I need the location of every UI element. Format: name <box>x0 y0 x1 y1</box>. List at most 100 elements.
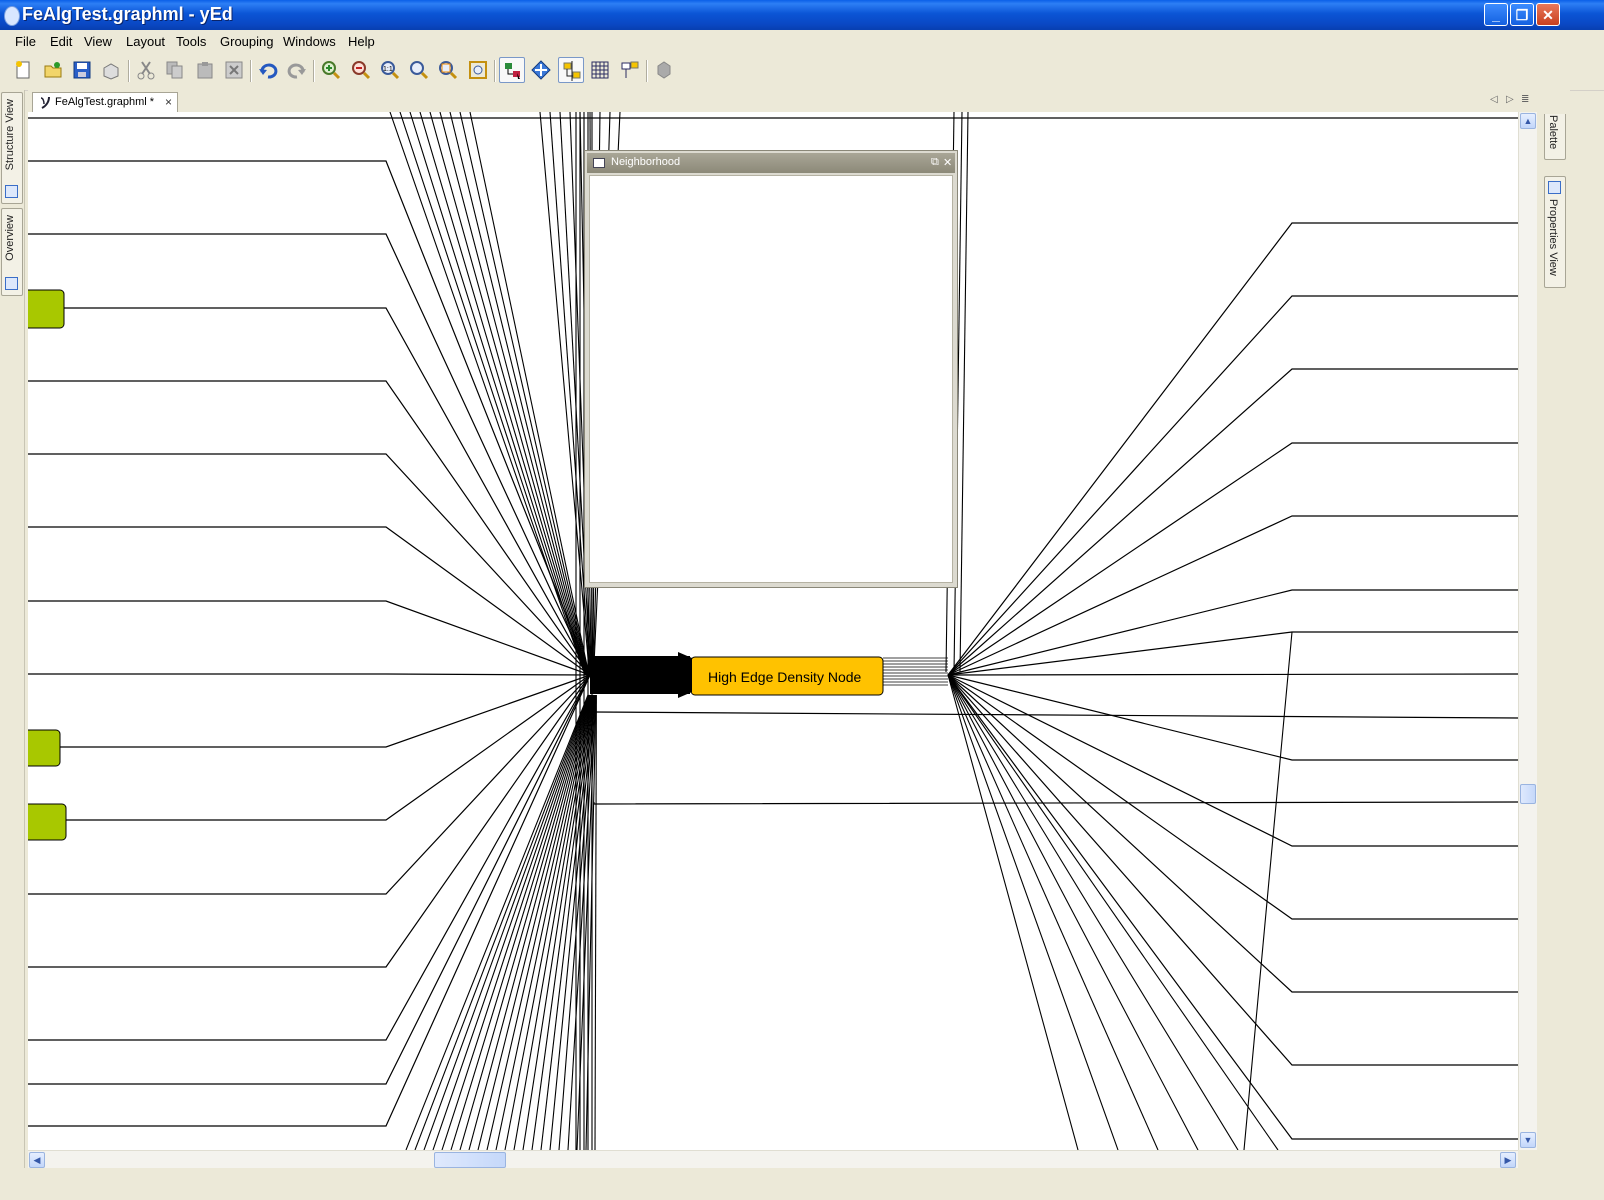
horizontal-scroll-thumb[interactable] <box>434 1152 506 1168</box>
graph-edge <box>947 368 1518 676</box>
graph-edge <box>522 694 594 1150</box>
overview-tab[interactable]: Overview <box>1 208 23 296</box>
graph-edge <box>409 112 587 676</box>
graph-edge <box>449 112 589 676</box>
menu-tools[interactable]: Tools <box>176 34 206 49</box>
properties-view-icon <box>1548 181 1561 194</box>
graph-edge <box>28 453 591 676</box>
menu-file[interactable]: File <box>15 34 36 49</box>
open-folder-icon[interactable] <box>40 57 66 83</box>
grid-icon[interactable] <box>587 57 613 83</box>
neighborhood-close-icon[interactable]: ✕ <box>943 156 952 169</box>
snapping-icon[interactable] <box>558 57 584 83</box>
tab-scroll-right-icon[interactable]: ▷ <box>1506 94 1514 105</box>
zoom-out-icon[interactable] <box>348 57 374 83</box>
palette-label: Palette <box>1547 115 1559 150</box>
graph-edge <box>459 112 590 676</box>
delete-icon[interactable] <box>221 57 247 83</box>
fit-content-icon[interactable] <box>465 57 491 83</box>
graph-edge <box>947 674 1518 1066</box>
edge-arrowhead <box>678 652 692 698</box>
graph-edge <box>405 694 589 1150</box>
graph-edge <box>947 674 1079 1150</box>
group-icon[interactable] <box>651 57 677 83</box>
neighborhood-window[interactable]: Neighborhood ⧉ ✕ <box>584 150 958 588</box>
print-icon[interactable] <box>98 57 124 83</box>
menu-layout[interactable]: Layout <box>126 34 165 49</box>
scroll-down-icon[interactable]: ▼ <box>1520 1132 1536 1148</box>
neighborhood-dock-icon[interactable]: ⧉ <box>931 156 939 169</box>
navigation-mode-icon[interactable] <box>528 57 554 83</box>
tab-list-icon[interactable]: ≣ <box>1521 94 1529 105</box>
new-document-icon[interactable] <box>10 57 36 83</box>
document-tab[interactable]: FeAlgTest.graphml * × <box>32 92 178 113</box>
vertical-scroll-thumb[interactable] <box>1520 784 1536 804</box>
copy-icon[interactable] <box>162 57 188 83</box>
scroll-up-icon[interactable]: ▲ <box>1520 113 1536 129</box>
graph-edge <box>28 674 591 1041</box>
graph-edge <box>594 694 597 1150</box>
menu-edit[interactable]: Edit <box>50 34 72 49</box>
graph-edge <box>947 442 1518 676</box>
properties-view-tab[interactable]: Properties View <box>1544 176 1566 288</box>
toolbar-separator <box>646 60 648 82</box>
tab-scroll-left-icon[interactable]: ◁ <box>1490 94 1498 105</box>
menu-grouping[interactable]: Grouping <box>220 34 273 49</box>
graph-edge <box>593 711 1518 719</box>
yed-document-icon <box>40 96 50 109</box>
zoom-in-icon[interactable] <box>318 57 344 83</box>
graph-edge <box>450 694 591 1150</box>
restore-button[interactable]: ❐ <box>1510 3 1534 26</box>
zoom-original-icon[interactable]: 1:1 <box>377 57 403 83</box>
left-dock-strip: Structure View Overview <box>0 90 25 1170</box>
cut-icon[interactable] <box>133 57 159 83</box>
green-node[interactable] <box>28 729 61 767</box>
edit-mode-icon[interactable] <box>499 57 525 83</box>
close-tab-icon[interactable]: × <box>165 95 172 109</box>
overview-icon <box>5 277 18 290</box>
graph-edge <box>947 222 1518 676</box>
redo-icon[interactable] <box>284 57 310 83</box>
zoom-area-icon[interactable] <box>435 57 461 83</box>
save-icon[interactable] <box>69 57 95 83</box>
graph-edge <box>947 673 1518 676</box>
graph-edge <box>947 295 1518 676</box>
port-icon[interactable] <box>617 57 643 83</box>
menu-windows[interactable]: Windows <box>283 34 336 49</box>
svg-text:1:1: 1:1 <box>383 66 393 73</box>
toolbar-separator <box>250 60 252 82</box>
graph-edge <box>947 515 1518 676</box>
properties-view-label: Properties View <box>1547 199 1559 276</box>
neighborhood-title-bar[interactable]: Neighborhood ⧉ ✕ <box>587 153 955 173</box>
menu-help[interactable]: Help <box>348 34 375 49</box>
title-bar[interactable]: FeAlgTest.graphml - yEd _ ❐ ✕ <box>0 0 1604 30</box>
neighborhood-view[interactable] <box>589 175 953 583</box>
green-node[interactable] <box>28 803 67 841</box>
graph-edge <box>947 674 1518 1140</box>
graph-edge <box>947 674 1518 920</box>
toolbar-separator <box>313 60 315 82</box>
menu-bar: File Edit View Layout Tools Grouping Win… <box>0 30 1604 54</box>
right-dock-strip: Palette Properties View <box>1540 90 1570 1170</box>
paste-icon[interactable] <box>192 57 218 83</box>
scroll-right-icon[interactable]: ▶ <box>1500 1152 1516 1168</box>
vertical-scrollbar[interactable]: ▲ ▼ <box>1518 112 1537 1150</box>
graph-edge <box>28 674 591 748</box>
minimize-button[interactable]: _ <box>1484 3 1508 26</box>
menu-view[interactable]: View <box>84 34 112 49</box>
graph-edge <box>495 694 593 1150</box>
graph-edge <box>947 674 1199 1150</box>
undo-icon[interactable] <box>255 57 281 83</box>
graph-edge <box>947 674 1159 1150</box>
structure-view-tab[interactable]: Structure View <box>1 92 23 204</box>
horizontal-scrollbar[interactable]: ◀ ▶ <box>28 1150 1518 1169</box>
close-button[interactable]: ✕ <box>1536 3 1560 26</box>
high-edge-density-node-label: High Edge Density Node <box>708 669 862 685</box>
zoom-fit-icon[interactable] <box>406 57 432 83</box>
scroll-left-icon[interactable]: ◀ <box>29 1152 45 1168</box>
graph-edge <box>28 600 591 676</box>
yed-app-icon <box>4 6 20 26</box>
graph-edge <box>28 673 591 676</box>
structure-view-icon <box>5 185 18 198</box>
green-node[interactable] <box>28 289 65 329</box>
